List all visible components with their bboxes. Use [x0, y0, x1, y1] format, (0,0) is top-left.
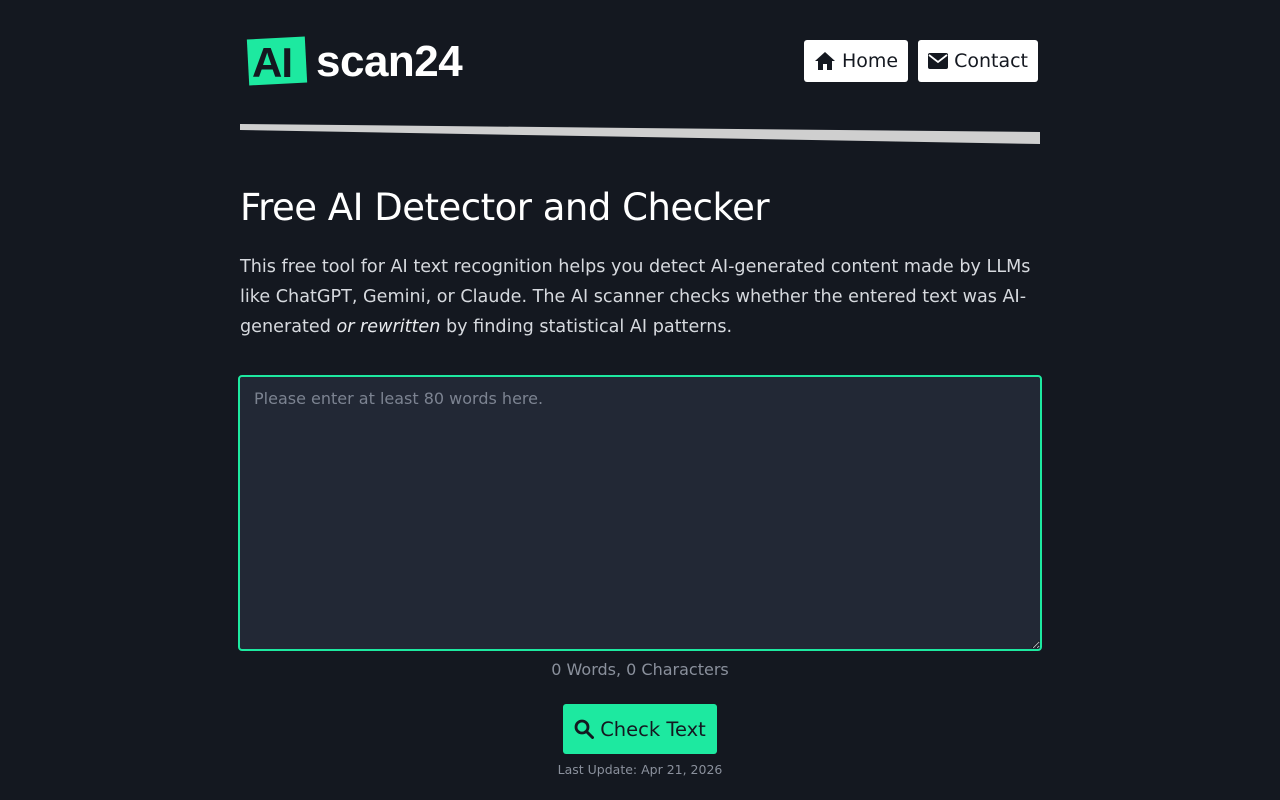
logo-badge: AI: [246, 36, 308, 86]
envelope-icon: [928, 53, 949, 69]
contact-button[interactable]: Contact: [918, 40, 1038, 82]
page-title: Free AI Detector and Checker: [240, 186, 770, 229]
main-nav: Home Contact: [803, 40, 1038, 82]
intro-paragraph: This free tool for AI text recognition h…: [240, 252, 1040, 342]
intro-text-end: by finding statistical AI patterns.: [440, 317, 733, 337]
logo-badge-text: AI: [252, 39, 293, 86]
home-button[interactable]: Home: [803, 40, 909, 82]
check-text-button-label: Check Text: [600, 717, 706, 741]
header-divider: [240, 124, 1040, 144]
page-container: AI scan24 Home Contact Free AI Detector …: [238, 0, 1042, 800]
contact-button-label: Contact: [954, 50, 1028, 72]
site-logo[interactable]: AI scan24: [246, 36, 463, 87]
last-update-text: Last Update: Apr 21, 2026: [557, 762, 723, 777]
text-input[interactable]: [238, 375, 1042, 651]
word-character-counter: 0 Words, 0 Characters: [551, 660, 729, 679]
logo-wordmark: scan24: [316, 37, 463, 86]
intro-emphasis: or rewritten: [336, 317, 441, 337]
home-button-label: Home: [841, 50, 899, 72]
search-icon: [574, 719, 595, 739]
home-icon: [814, 52, 835, 70]
check-text-button[interactable]: Check Text: [563, 704, 717, 754]
